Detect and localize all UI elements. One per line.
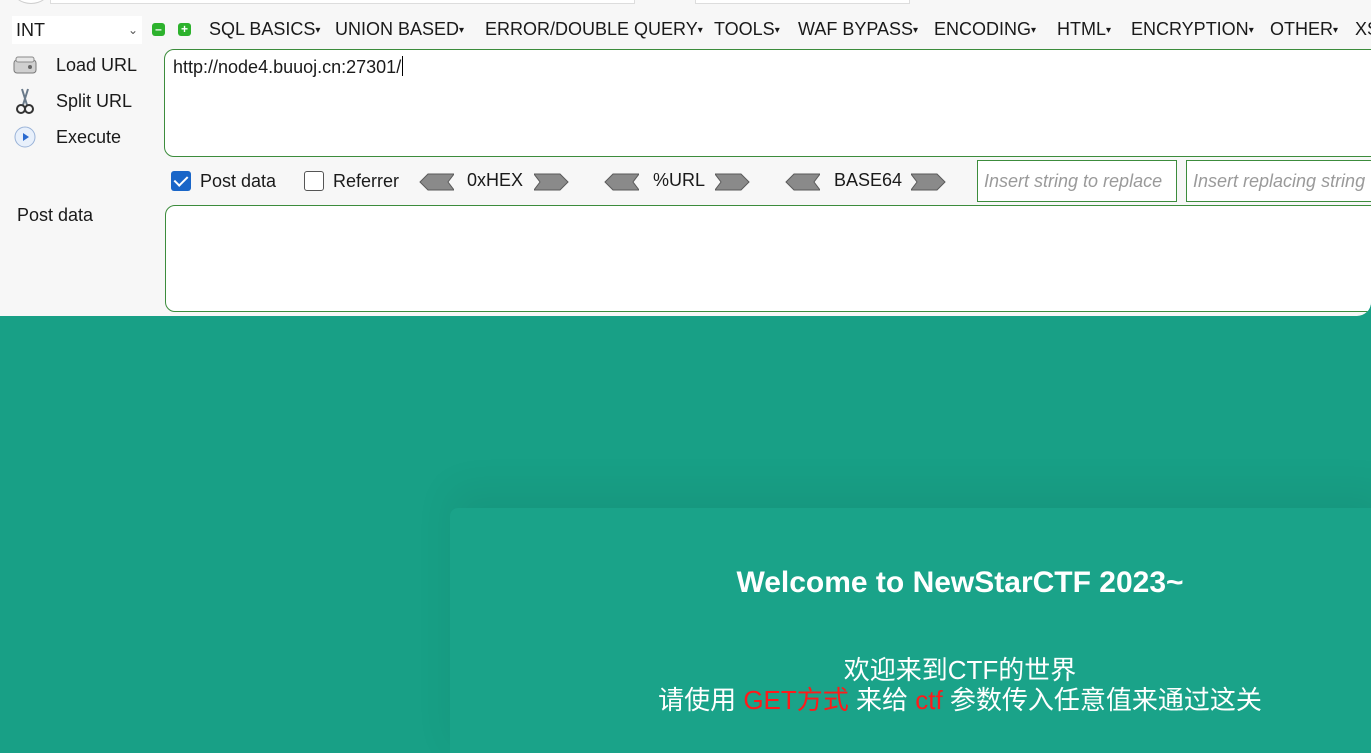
url-encode-label: %URL [653,170,706,190]
browser-tab-strip [0,0,1371,6]
instruction-part-3: 参数传入任意值来通过这关 [942,685,1262,715]
menu-encryption-label: ENCRYPTION [1131,19,1249,39]
plus-icon[interactable]: + [178,23,191,36]
menu-error-double-query[interactable]: ERROR/DOUBLE QUERY▾ [485,19,703,40]
base64-encode-arrow-icon[interactable] [911,172,947,192]
referrer-checkbox[interactable] [304,171,324,191]
replacing-string-input[interactable]: Insert replacing string [1186,160,1371,202]
menu-union-based-label: UNION BASED [335,19,460,39]
get-method-highlight: GET方式 [743,685,849,715]
drive-icon [12,52,38,78]
menu-tools[interactable]: TOOLS▾ [714,19,780,40]
post-data-option-label: Post data [200,171,277,191]
url-input[interactable]: http://node4.buuoj.cn:27301/ [164,49,1371,157]
instruction-part-1: 请使用 [658,685,744,715]
page-title: Welcome to NewStarCTF 2023~ [736,566,1184,599]
load-url-button[interactable]: Load URL [12,51,162,79]
replacing-string-placeholder: Insert replacing string [1193,171,1366,191]
post-data-input[interactable] [165,205,1371,312]
tab-circle[interactable] [12,0,50,4]
post-data-label: Post data [17,205,94,225]
menu-encoding[interactable]: ENCODING▾ [934,19,1036,40]
url-decode-arrow-icon[interactable] [603,172,639,192]
select-value: INT [16,19,45,40]
menu-union-based[interactable]: UNION BASED▾ [335,19,464,40]
execute-label: Execute [56,126,122,147]
instruction-text: 请使用 GET方式 来给 ctf 参数传入任意值来通过这关 [450,680,1371,717]
execute-button[interactable]: Execute [12,123,162,151]
menu-encoding-label: ENCODING [934,19,1032,39]
menu-tools-label: TOOLS [714,19,775,39]
scissors-icon [12,88,38,114]
hex-decode-arrow-icon[interactable] [418,172,454,192]
split-url-label: Split URL [56,90,133,111]
split-url-button[interactable]: Split URL [12,87,162,115]
menu-sql-basics-label: SQL BASICS [209,19,316,39]
replace-string-input[interactable]: Insert string to replace [977,160,1177,202]
injection-type-select[interactable]: INT ⌄ [12,16,142,44]
hex-label: 0xHEX [467,170,524,190]
options-row: Post data Referrer 0xHEX %URL BASE64 Ins… [0,160,1371,204]
menu-html[interactable]: HTML▾ [1057,19,1111,40]
replace-string-placeholder: Insert string to replace [984,171,1163,191]
menu-sql-basics[interactable]: SQL BASICS▾ [209,19,320,40]
minus-icon[interactable]: – [152,23,165,36]
hackbar-menubar: INT ⌄ – + SQL BASICS▾ UNION BASED▾ ERROR… [0,16,1371,46]
load-url-label: Load URL [56,54,138,75]
menu-xss[interactable]: XS [1355,19,1371,40]
tab-2[interactable] [695,0,910,4]
menu-other[interactable]: OTHER▾ [1270,19,1338,40]
menu-waf-bypass[interactable]: WAF BYPASS▾ [798,19,918,40]
hackbar-panel: INT ⌄ – + SQL BASICS▾ UNION BASED▾ ERROR… [0,0,1371,316]
menu-other-label: OTHER [1270,19,1333,39]
menu-xss-label: XS [1355,19,1371,39]
base64-label: BASE64 [834,170,903,190]
text-cursor [402,56,404,76]
menu-html-label: HTML [1057,19,1106,39]
play-icon [12,124,38,150]
menu-waf-bypass-label: WAF BYPASS [798,19,914,39]
post-data-checkbox[interactable] [171,171,191,191]
tab-1[interactable] [50,0,635,4]
ctf-param-highlight: ctf [915,685,943,715]
instruction-part-2: 来给 [848,685,916,715]
menu-error-double-query-label: ERROR/DOUBLE QUERY [485,19,698,39]
base64-decode-arrow-icon[interactable] [784,172,820,192]
url-encode-arrow-icon[interactable] [715,172,751,192]
url-value: http://node4.buuoj.cn:27301/ [173,57,402,77]
menu-encryption[interactable]: ENCRYPTION▾ [1131,19,1254,40]
referrer-option-label: Referrer [333,171,400,191]
chevron-down-icon: ⌄ [127,23,138,37]
hex-encode-arrow-icon[interactable] [534,172,570,192]
